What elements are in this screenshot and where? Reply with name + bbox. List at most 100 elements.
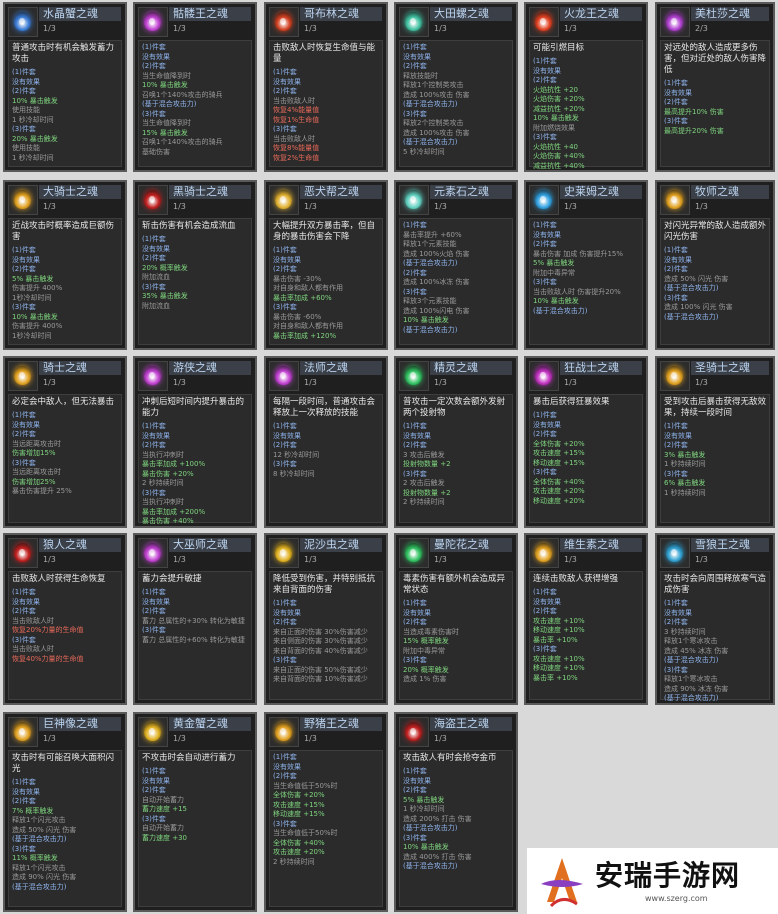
soul-card[interactable]: 牧师之魂 1/3 对闪光异常的敌人造成额外闪光伤害 (1)件套 没有效果 (2)件套 造成 … — [655, 180, 775, 350]
set-bonus-line: 2 秒持续时间 — [273, 857, 315, 866]
soul-card[interactable]: 维生素之魂 1/3 连续击败敌人获得增强 (1)件套 没有效果 (2)件套 攻击速度 +10… — [524, 533, 648, 705]
soul-effects-panel: (1)件套 没有效果 (2)件套 暴击伤害 加成 伤害提升15% 5% 暴击触发 附加中毒… — [529, 218, 643, 345]
soul-card[interactable]: 雪狼王之魂 1/3 攻击时会向周围释放寒气造成伤害 (1)件套 没有效果 (2)件套 3 秒… — [655, 533, 775, 705]
set-bonus-line: 没有效果 — [664, 88, 692, 97]
set-bonus-line: (2)件套 — [403, 786, 427, 794]
soul-effects-panel: 攻击时有可能召唤大面积闪光 (1)件套 没有效果 (2)件套 7% 概率触发 释放1个闪光… — [8, 750, 122, 907]
set-bonus-line: (1)件套 — [12, 778, 36, 786]
soul-orb-icon — [660, 538, 690, 568]
set-bonus-line: 造成 100%闪电 伤害 — [403, 306, 470, 315]
soul-level: 1/3 — [434, 202, 447, 211]
set-bonus-line: 暴击伤害 -60% — [273, 312, 322, 321]
soul-card[interactable]: 精灵之魂 1/3 普攻击一定次数会额外发射两个投射物 (1)件套 没有效果 (2)件套 3 … — [394, 356, 518, 528]
soul-card[interactable]: 巨神像之魂 1/3 攻击时有可能召唤大面积闪光 (1)件套 没有效果 (2)件套 7% 概率… — [3, 712, 127, 912]
soul-orb-icon — [660, 7, 690, 37]
set-bonus-line: 2 攻击后触发 — [403, 479, 445, 487]
soul-card[interactable]: 大巫师之魂 1/3 蓄力会提升敏捷 (1)件套 没有效果 (2)件套 蓄力 总属性的+30%… — [133, 533, 257, 705]
soul-level: 1/3 — [304, 378, 317, 387]
set-bonus-line: (2)件套 — [273, 87, 297, 95]
set-bonus-line: 当生命值低于50%时 — [273, 829, 338, 837]
soul-card[interactable]: 大骑士之魂 1/3 近战攻击时概率造成巨额伤害 (1)件套 没有效果 (2)件套 5% 暴击… — [3, 180, 127, 350]
soul-effects-panel: 每隔一段时间，普通攻击会释放上一次释放的技能 (1)件套 没有效果 (2)件套 12 秒… — [269, 394, 383, 523]
soul-effects-panel: (1)件套 没有效果 (2)件套 当生命值低于50%时 全体伤害 +20% 攻击速度 +1… — [269, 750, 383, 907]
set-bonus-line: 暴击率提升 +60% — [403, 230, 462, 239]
set-bonus-line: 攻击速度 +20% — [533, 487, 585, 495]
set-bonus-line: (3)件套 — [142, 626, 166, 634]
set-bonus-line: 蓄力 总属性的+60% 转化为敏捷 — [142, 635, 245, 644]
set-bonus-line: 释放3个元素技能 — [403, 297, 457, 305]
set-bonus-line: 12 秒冷却时间 — [273, 450, 320, 459]
soul-card[interactable]: 火龙王之魂 1/3 可能引燃目标 (1)件套 没有效果 (2)件套 火焰抗性 +20 火焰伤害… — [524, 2, 648, 172]
set-bonus-line: (3)件套 — [403, 287, 427, 296]
set-bonus-line: (2)件套 — [664, 98, 688, 106]
soul-orb-icon — [269, 7, 299, 37]
soul-name: 狼人之魂 — [39, 538, 121, 552]
set-bonus-line: 召唤1个140%攻击的骑兵 — [142, 90, 223, 99]
set-bonus-line: 蓄力 总属性的+30% 转化为敏捷 — [142, 616, 245, 625]
set-bonus-line: 1 秒冷却时间 — [403, 805, 445, 813]
soul-card[interactable]: 狼人之魂 1/3 击败敌人时获得生命恢复 (1)件套 没有效果 (2)件套 当击败敌人时 恢复… — [3, 533, 127, 705]
set-bonus-line: 移动速度 +10% — [533, 664, 585, 672]
soul-orb-icon — [399, 538, 429, 568]
soul-name: 精灵之魂 — [430, 361, 512, 375]
soul-card[interactable]: 黑骑士之魂 1/3 斩击伤害有机会造成流血 (1)件套 没有效果 (2)件套 20% 概率触… — [133, 180, 257, 350]
soul-card[interactable]: 游侠之魂 1/3 冲刺后短时间内提升暴击的能力 (1)件套 没有效果 (2)件套 当执行冲刺… — [133, 356, 257, 528]
soul-orb-icon — [8, 538, 38, 568]
watermark: 安瑞手游网 www.szerg.com — [527, 848, 778, 914]
soul-card[interactable]: 史莱姆之魂 1/3 (1)件套 没有效果 (2)件套 暴击伤害 加成 伤害提升15% 5% … — [524, 180, 648, 350]
set-bonus-line: (1)件套 — [403, 767, 427, 775]
soul-card[interactable]: 大田螺之魂 1/3 (1)件套 没有效果 (2)件套 释放技能时 释放1个控制类攻击 造成 1… — [394, 2, 518, 172]
soul-effects-panel: 斩击伤害有机会造成流血 (1)件套 没有效果 (2)件套 20% 概率触发 附加流血 (3)… — [138, 218, 252, 345]
soul-card[interactable]: 黄金蟹之魂 1/3 不攻击时会自动进行蓄力 (1)件套 没有效果 (2)件套 自动开始蓄力蓄… — [133, 712, 257, 912]
set-bonus-line: 来自正面的伤害 30%伤害减少 — [273, 627, 368, 636]
soul-effects-panel: 受到攻击后暴击获得无敌效果，持续一段时间 (1)件套 没有效果 (2)件套 3% 暴击触… — [660, 394, 770, 523]
set-bonus-line: (1)件套 — [12, 411, 36, 419]
set-bonus-line: (2)件套 — [273, 772, 297, 780]
set-bonus-line: (基于混合攻击力) — [403, 325, 458, 334]
set-bonus-line: (2)件套 — [12, 430, 36, 438]
soul-card[interactable]: 曼陀花之魂 1/3 毒素伤害有额外机会造成异常状态 (1)件套 没有效果 (2)件套 当造成… — [394, 533, 518, 705]
soul-card[interactable]: 海盗王之魂 1/3 攻击敌人有时会抢夺金币 (1)件套 没有效果 (2)件套 5% 暴击触发… — [394, 712, 518, 912]
set-bonus-line: (1)件套 — [664, 246, 688, 254]
soul-card[interactable]: 野猪王之魂 1/3 (1)件套 没有效果 (2)件套 当生命值低于50%时 全体伤害 +20… — [264, 712, 388, 912]
soul-orb-icon — [529, 361, 559, 391]
set-bonus-line: 没有效果 — [664, 431, 692, 440]
set-bonus-line: 15% 暴击触发 — [142, 128, 188, 137]
soul-card[interactable]: 元素石之魂 1/3 (1)件套 暴击率提升 +60% 释放1个元素技能 造成 100%火焰… — [394, 180, 518, 350]
set-bonus-line: 20% 概率触发 — [142, 263, 188, 272]
soul-card[interactable]: 骷髅王之魂 1/3 (1)件套 没有效果 (2)件套 当生命值降到时 10% 暴击触发 召唤1… — [133, 2, 257, 172]
set-bonus-line: 恢复8%能量值 — [273, 144, 320, 152]
soul-card[interactable]: 哥布林之魂 1/3 击败敌人时恢复生命值与能量 (1)件套 没有效果 (2)件套 当击败敌人… — [264, 2, 388, 172]
set-bonus-line: 恢复4%能量值 — [273, 106, 320, 114]
set-bonus-line: 全体伤害 +40% — [273, 838, 325, 847]
set-bonus-line: 当远距离攻击时 — [12, 468, 61, 476]
set-bonus-line: (1)件套 — [273, 246, 297, 254]
set-bonus-line: (1)件套 — [403, 43, 427, 51]
set-bonus-line: 造成 100% 闪光 伤害 — [664, 303, 733, 311]
soul-orb-icon — [138, 7, 168, 37]
soul-card[interactable]: 骑士之魂 1/3 必定会中敌人，但无法暴击 (1)件套 没有效果 (2)件套 当远距离攻击时… — [3, 356, 127, 528]
set-bonus-line: 投射物数量 +2 — [403, 460, 451, 468]
soul-card[interactable]: 圣骑士之魂 1/3 受到攻击后暴击获得无敌效果，持续一段时间 (1)件套 没有效果 (2)… — [655, 356, 775, 528]
soul-orb-icon — [529, 7, 559, 37]
soul-card[interactable]: 泥沙虫之魂 1/3 降低受到伤害，并特别抵抗来自背面的伤害 (1)件套 没有效果 (2)件… — [264, 533, 388, 705]
set-bonus-line: 20% 暴击触发 — [533, 171, 639, 172]
soul-name: 元素石之魂 — [430, 185, 512, 199]
soul-card[interactable]: 狂战士之魂 1/3 暴击后获得狂暴效果 (1)件套 没有效果 (2)件套 全体伤害 +20%… — [524, 356, 648, 528]
soul-orb-icon — [399, 717, 429, 747]
set-bonus-line: 10% 暴击触发 — [533, 297, 579, 305]
soul-orb-icon — [8, 361, 38, 391]
set-bonus-line: (3)件套 — [12, 844, 36, 853]
soul-card[interactable]: 恶犬帮之魂 1/3 大幅提升双方暴击率，但自身的暴击伤害会下降 (1)件套 没有效果 (2… — [264, 180, 388, 350]
set-bonus-line: (1)件套 — [533, 57, 557, 65]
soul-level: 1/3 — [43, 378, 56, 387]
soul-level: 1/3 — [43, 555, 56, 564]
set-bonus-line: (1)件套 — [664, 599, 688, 607]
soul-card[interactable]: 水晶蟹之魂 1/3 普通攻击时有机会触发蓄力攻击 (1)件套 没有效果 (2)件套 10% … — [3, 2, 127, 172]
set-bonus-line: (1)件套 — [533, 221, 557, 229]
set-bonus-line: 基础伤害 — [142, 147, 170, 156]
soul-card[interactable]: 法师之魂 1/3 每隔一段时间，普通攻击会释放上一次释放的技能 (1)件套 没有效果 (2… — [264, 356, 388, 528]
set-bonus-line: (2)件套 — [403, 268, 427, 277]
set-bonus-line: 蓄力速度 +15 — [142, 805, 187, 813]
soul-card[interactable]: 美杜莎之魂 2/3 对远处的敌人造成更多伤害，但对近处的敌人伤害降低 (1)件套 没有效… — [655, 2, 775, 172]
